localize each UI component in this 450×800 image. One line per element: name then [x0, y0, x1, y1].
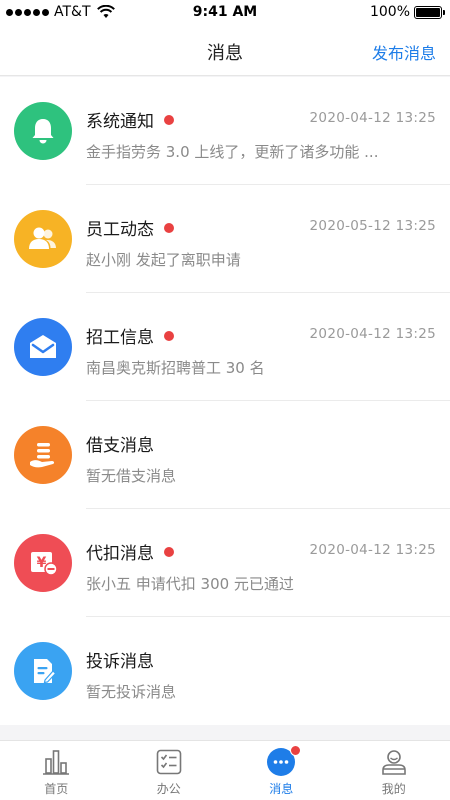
tab-profile[interactable]: 我的	[338, 741, 450, 800]
yen-deduct-icon: ¥	[14, 534, 72, 592]
message-title: 员工动态	[86, 220, 154, 240]
people-icon	[14, 210, 72, 268]
unread-badge	[290, 745, 302, 756]
tab-office[interactable]: 办公	[113, 741, 226, 800]
message-time: 2020-04-12 13:25	[309, 326, 436, 342]
document-edit-icon	[14, 642, 72, 700]
unread-dot	[164, 330, 174, 341]
user-icon	[379, 747, 409, 777]
message-title: 代扣消息	[86, 544, 154, 564]
message-list: 系统通知 2020-04-12 13:25 金手指劳务 3.0 上线了，更新了诸…	[0, 77, 450, 725]
message-preview: 暂无投诉消息	[86, 683, 177, 701]
message-time: 2020-04-12 13:25	[309, 542, 436, 558]
battery-status: 100%	[369, 4, 445, 20]
message-preview: 金手指劳务 3.0 上线了，更新了诸多功能 ...	[86, 143, 379, 161]
message-title: 系统通知	[86, 112, 154, 132]
bell-icon	[14, 102, 72, 160]
tab-label: 办公	[156, 782, 181, 796]
message-title: 借支消息	[86, 436, 154, 456]
unread-dot	[164, 546, 174, 557]
status-bar: AT&T 9:41 AM 100%	[0, 0, 450, 26]
envelope-icon	[14, 318, 72, 376]
message-title: 投诉消息	[86, 652, 154, 672]
message-item-advance[interactable]: 借支消息 暂无借支消息	[0, 401, 450, 509]
unread-dot	[164, 222, 174, 233]
checklist-icon	[154, 747, 184, 777]
message-time: 2020-05-12 13:25	[309, 218, 436, 234]
message-title: 招工信息	[86, 328, 154, 348]
tab-label: 我的	[381, 782, 406, 796]
tab-bar: 首页 办公 消息 我的	[0, 740, 450, 800]
message-preview: 暂无借支消息	[86, 467, 177, 485]
message-item-recruitment[interactable]: 招工信息 2020-04-12 13:25 南昌奥克斯招聘普工 30 名	[0, 293, 450, 401]
message-time: 2020-04-12 13:25	[309, 110, 436, 126]
message-preview: 南昌奥克斯招聘普工 30 名	[86, 359, 265, 377]
tab-messages[interactable]: 消息	[225, 741, 338, 800]
message-item-complaint[interactable]: 投诉消息 暂无投诉消息	[0, 617, 450, 725]
bar-chart-icon	[41, 747, 71, 777]
tab-home[interactable]: 首页	[0, 741, 113, 800]
message-item-deduction[interactable]: ¥ 代扣消息 2020-04-12 13:25 张小五 申请代扣 300 元已通…	[0, 509, 450, 617]
unread-dot	[164, 114, 174, 125]
tab-label: 消息	[269, 782, 294, 796]
message-item-system-notice[interactable]: 系统通知 2020-04-12 13:25 金手指劳务 3.0 上线了，更新了诸…	[0, 77, 450, 185]
message-item-employee-activity[interactable]: 员工动态 2020-05-12 13:25 赵小刚 发起了离职申请	[0, 185, 450, 293]
battery-percent: 100%	[369, 4, 410, 20]
battery-icon	[414, 5, 445, 19]
navigation-bar: 消息 发布消息	[0, 26, 450, 76]
message-preview: 张小五 申请代扣 300 元已通过	[86, 575, 294, 593]
coins-hand-icon	[14, 426, 72, 484]
tab-label: 首页	[44, 782, 69, 796]
publish-message-button[interactable]: 发布消息	[372, 40, 436, 64]
message-preview: 赵小刚 发起了离职申请	[86, 251, 241, 269]
